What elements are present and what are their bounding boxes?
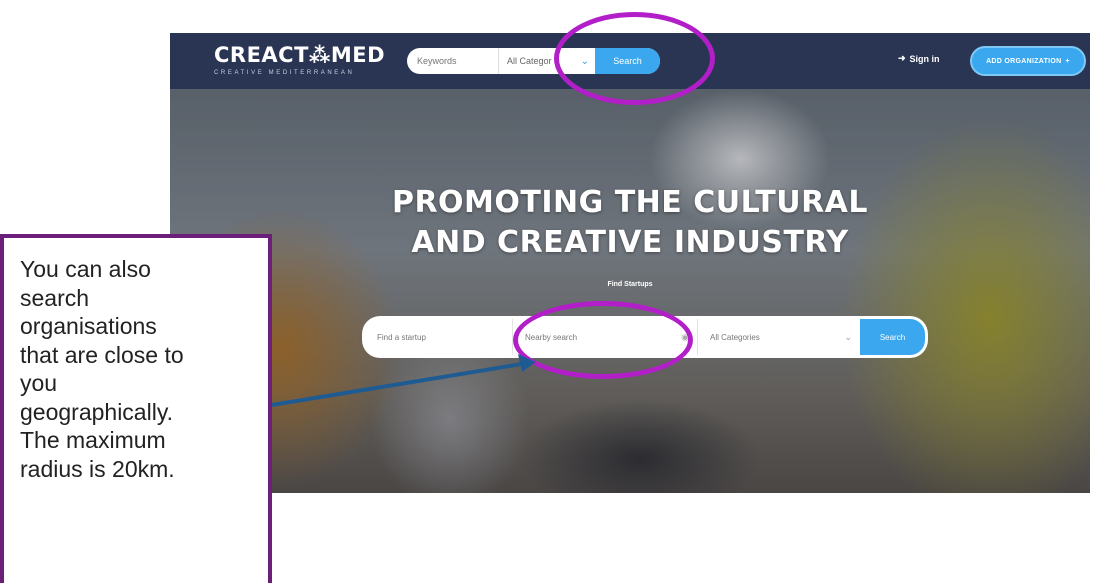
annotation-line: you <box>20 370 58 396</box>
annotation-line: radius is 20km. <box>20 455 175 482</box>
annotation-line: search <box>20 284 90 311</box>
annotation-callout: You can also search organisations that a… <box>0 234 272 583</box>
annotation-line: geographically. <box>20 398 174 425</box>
annotation-text: You can also search organisations that a… <box>20 255 184 483</box>
arrow-line <box>271 361 529 407</box>
annotation-line: The maximum <box>20 427 166 453</box>
annotation-line: that are close to <box>20 341 184 368</box>
annotation-line: organisations <box>20 313 157 339</box>
arrow-head <box>518 354 536 372</box>
annotation-line: You can also <box>20 256 151 282</box>
